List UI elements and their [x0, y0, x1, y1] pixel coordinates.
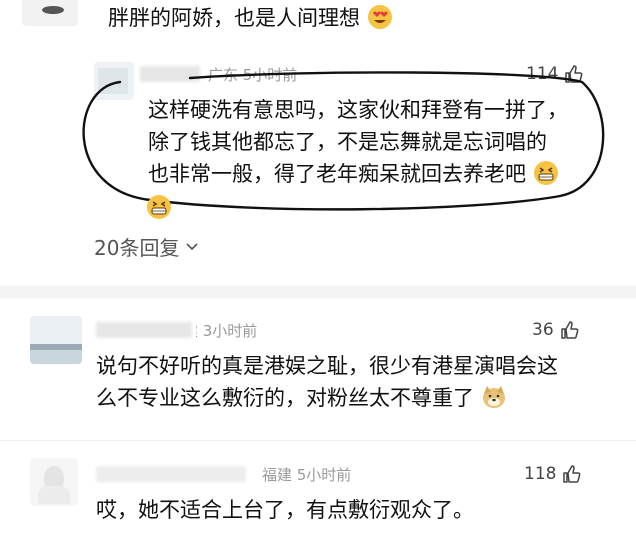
like-button[interactable]: 118 — [524, 464, 582, 484]
thumbs-up-icon — [560, 321, 579, 339]
comment-meta: 福建 3小时前 — [196, 322, 258, 340]
comment-meta: 福建 5小时前 — [262, 466, 352, 484]
thumbs-up-icon — [563, 465, 581, 483]
like-button[interactable]: 36 — [532, 320, 580, 340]
comment-text-line: 除了钱其他都忘了，不是忘舞就是忘词唱的 — [148, 130, 547, 154]
comment-text-line: 哎，她不适合上台了，有点敷衍观众了。 — [96, 498, 474, 522]
replies-toggle[interactable]: 20条回复 — [94, 232, 199, 261]
divider — [0, 440, 636, 441]
avatar[interactable] — [30, 316, 82, 364]
avatar[interactable] — [30, 458, 78, 506]
username-blurred — [96, 322, 192, 338]
like-count: 36 — [532, 320, 554, 340]
comment-text-line: 说句不好听的真是港娱之耻，很少有港星演唱会这 — [96, 354, 558, 378]
circle-annotation — [82, 71, 605, 211]
comment-text-line: 这样硬洗有意思吗，这家伙和拜登有一拼了， — [148, 98, 568, 122]
grinning-emoji-icon — [147, 195, 171, 219]
comment-text-line: 么不专业这么敷衍的，对粉丝太不尊重了 — [96, 382, 507, 414]
chevron-down-icon — [186, 242, 199, 250]
replies-label: 20条回复 — [94, 236, 180, 260]
username-blurred — [96, 466, 246, 482]
grinning-emoji-icon — [533, 161, 558, 185]
doge-emoji-icon — [482, 386, 505, 408]
like-count: 118 — [524, 464, 557, 484]
comment-text-line: 也非常一般，得了老年痴呆就回去养老吧 — [148, 158, 559, 190]
divider — [0, 286, 636, 298]
